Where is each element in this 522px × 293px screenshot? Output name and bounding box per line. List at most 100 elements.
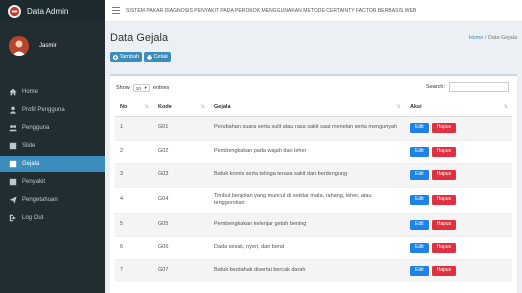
column-header-no[interactable]: No ⇅	[115, 98, 153, 117]
cell-gejala: Pembengkakan kelenjar getah bening	[209, 212, 405, 236]
cell-no: 5	[115, 212, 153, 236]
logout-icon	[9, 214, 16, 222]
cell-no: 4	[115, 186, 153, 213]
table-row: 1 G01 Perubahan suara serta sulit atau r…	[115, 115, 512, 140]
edit-button[interactable]: Edit	[410, 146, 429, 157]
cell-kode: G03	[153, 162, 209, 187]
page-title: Data Gejala	[110, 32, 169, 44]
sidebar-item-label: Pengguna	[22, 125, 50, 131]
cell-no: 7	[115, 258, 153, 282]
sidebar-item-label: Profil Pengguna	[22, 107, 65, 113]
column-header-gejala[interactable]: Gejala ⇅	[209, 98, 405, 117]
search-input[interactable]	[449, 82, 509, 92]
hapus-button[interactable]: Hapus	[431, 242, 457, 253]
hapus-button[interactable]: Hapus	[431, 170, 457, 180]
show-label: Show	[116, 85, 130, 91]
entries-label: entries	[152, 85, 170, 91]
edit-button[interactable]: Edit	[410, 123, 429, 133]
sort-icon: ⇅	[144, 104, 149, 110]
cell-kode: G04	[153, 186, 209, 213]
app-title: SISTEM PAKAR DIAGNOSIS PENYAKIT PADA PER…	[126, 7, 417, 14]
cell-aksi: Edit Hapus	[405, 139, 512, 163]
topbar: SISTEM PAKAR DIAGNOSIS PENYAKIT PADA PER…	[105, 0, 522, 22]
print-icon	[147, 54, 152, 60]
breadcrumb-current: Data Gejala	[487, 35, 517, 41]
sort-icon: ⇅	[396, 104, 401, 110]
table-row: 7 G07 Batuk berdahak disertai bercak dar…	[115, 258, 512, 282]
table-row: 5 G05 Pembengkakan kelenjar getah bening…	[115, 212, 512, 236]
sidebar-item-label: Slide	[22, 143, 36, 149]
table-row: 6 G06 Dada sesak, nyeri, dan berat Edit H…	[115, 235, 512, 259]
sidebar-item-slide[interactable]: Slide	[0, 138, 105, 154]
send-icon	[9, 196, 17, 204]
table-row: 3 G03 Batuk kronis serta telinga terasa …	[115, 162, 512, 187]
column-header-kode[interactable]: Kode ⇅	[153, 98, 209, 117]
cell-gejala: Perubahan suara serta sulit atau rasa sa…	[209, 115, 405, 140]
cell-gejala: Timbul benjolan yang muncul di sekitar m…	[209, 186, 405, 213]
tambah-button[interactable]: Tambah	[110, 52, 143, 62]
brand[interactable]: Data Admin	[0, 0, 105, 22]
hapus-button[interactable]: Hapus	[431, 123, 457, 133]
brand-name: Data Admin	[27, 6, 69, 16]
sidebar-item-label: Home	[22, 89, 39, 95]
show-entries: Show 10 ▾ entries	[116, 84, 169, 92]
cell-gejala: Batuk kronis serta telinga terasa sakit …	[209, 162, 405, 187]
user-name: Jasmir	[39, 43, 57, 49]
entries-select-value: 10	[135, 85, 141, 91]
list-icon	[9, 178, 17, 186]
edit-button[interactable]: Edit	[410, 265, 429, 276]
cell-kode: G05	[153, 212, 209, 236]
cell-no: 1	[115, 115, 153, 140]
edit-button[interactable]: Edit	[410, 170, 429, 180]
cell-kode: G02	[153, 139, 209, 163]
sidebar-item-home[interactable]: Home	[0, 84, 105, 100]
edit-button[interactable]: Edit	[410, 195, 429, 205]
hapus-button[interactable]: Hapus	[431, 146, 457, 157]
sort-icon: ⇅	[200, 104, 205, 110]
cell-kode: G01	[153, 115, 209, 140]
avatar	[9, 36, 29, 56]
sidebar-item-label: Pengetahuan	[22, 197, 58, 203]
search-label: Search:	[426, 84, 445, 90]
table-row: 2 G02 Pembengkakan pada wajah dan leher …	[115, 139, 512, 163]
breadcrumb-separator: /	[484, 35, 487, 41]
sidebar-item-profil-pengguna[interactable]: Profil Pengguna	[0, 102, 105, 118]
sidebar-item-penyakit[interactable]: Penyakit	[0, 174, 105, 190]
sidebar-item-label: Gejala	[22, 161, 40, 167]
table-row: 4 G04 Timbul benjolan yang muncul di sek…	[115, 186, 512, 213]
cell-gejala: Pembengkakan pada wajah dan leher	[209, 139, 405, 163]
home-icon	[9, 88, 17, 96]
sidebar-item-label: Log Out	[22, 215, 44, 221]
column-header-aksi[interactable]: Aksi ⇅	[405, 98, 512, 117]
sidebar-item-pengetahuan[interactable]: Pengetahuan	[0, 192, 105, 208]
cell-no: 2	[115, 139, 153, 163]
cetak-button[interactable]: Cetak	[144, 52, 171, 62]
hapus-button[interactable]: Hapus	[431, 219, 457, 230]
hapus-button[interactable]: Hapus	[431, 265, 457, 276]
breadcrumb-home[interactable]: Home	[469, 35, 484, 41]
table-header-row: No ⇅ Kode ⇅ Gejala ⇅ Aksi ⇅	[115, 98, 512, 117]
sidebar-item-log-out[interactable]: Log Out	[0, 210, 105, 226]
entries-select[interactable]: 10 ▾	[132, 84, 150, 92]
edit-button[interactable]: Edit	[410, 219, 429, 230]
sidebar-item-label: Penyakit	[22, 179, 46, 185]
cell-gejala: Dada sesak, nyeri, dan berat	[209, 235, 405, 259]
sidebar-item-pengguna[interactable]: Pengguna	[0, 120, 105, 136]
cetak-label: Cetak	[153, 54, 168, 60]
hapus-button[interactable]: Hapus	[431, 195, 457, 205]
search: Search:	[426, 82, 509, 92]
sidebar: Data Admin Jasmir Home Profil Pengguna P…	[0, 0, 105, 293]
cell-aksi: Edit Hapus	[405, 235, 512, 259]
users-icon	[9, 125, 17, 132]
brand-logo-icon	[8, 4, 21, 18]
hamburger-icon[interactable]	[112, 7, 120, 14]
breadcrumb: Home / Data Gejala	[469, 35, 517, 41]
cell-gejala: Batuk berdahak disertai bercak darah	[209, 258, 405, 282]
plus-circle-icon	[113, 54, 118, 60]
cell-aksi: Edit Hapus	[405, 212, 512, 236]
table-box: Show 10 ▾ entries Search: No ⇅ Kode ⇅ Geja…	[110, 74, 517, 293]
sidebar-item-gejala[interactable]: Gejala	[0, 156, 105, 172]
edit-button[interactable]: Edit	[410, 242, 429, 253]
cell-kode: G06	[153, 235, 209, 259]
cell-aksi: Edit Hapus	[405, 162, 512, 187]
